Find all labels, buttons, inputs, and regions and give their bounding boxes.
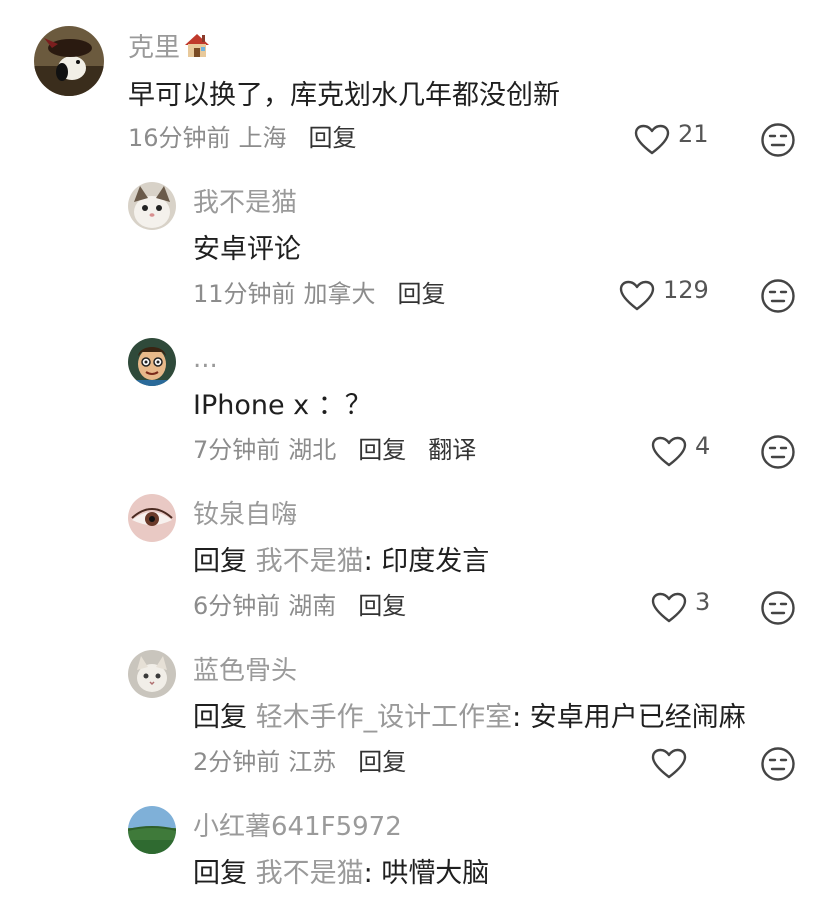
dislike-button[interactable] (760, 590, 796, 626)
reply-prefix: 回复 (193, 702, 247, 733)
reply-target-name[interactable]: 轻木手作_设计工作室 (256, 702, 513, 733)
reply-target-name[interactable]: 我不是猫 (256, 546, 364, 577)
reply-button[interactable]: 回复 (358, 436, 406, 464)
cartoon-avatar-image (128, 338, 176, 386)
kitten-avatar-image (128, 650, 176, 698)
translate-button[interactable]: 翻译 (428, 436, 476, 464)
dislike-button[interactable] (760, 122, 796, 158)
reply-button[interactable]: 回复 (398, 280, 446, 308)
heart-outline-icon (619, 280, 655, 311)
avatar[interactable] (128, 338, 176, 386)
location: 江苏 (288, 748, 337, 776)
landscape-avatar-image (128, 806, 176, 854)
location: 上海 (238, 124, 287, 152)
username-text: 克里 (128, 33, 181, 63)
location: 湖南 (288, 592, 337, 620)
like-button[interactable]: 4 (651, 432, 710, 472)
comment-meta: 16分钟前 上海 回复 (128, 122, 357, 154)
eye-avatar-image (128, 494, 176, 542)
like-count: 4 (695, 432, 711, 460)
like-button[interactable]: 21 (634, 120, 709, 160)
comment-meta: 11分钟前 加拿大 回复 (193, 278, 446, 310)
timestamp: 16分钟前 (128, 124, 231, 152)
reply-prefix: 回复 (193, 858, 247, 889)
heart-outline-icon (634, 124, 670, 155)
username[interactable]: 克里 (128, 30, 212, 65)
house-emoji-icon (182, 30, 212, 60)
snoopy-avatar-image (34, 26, 104, 96)
heart-outline-icon (651, 748, 687, 779)
location: 湖北 (288, 436, 337, 464)
like-button[interactable]: 3 (651, 588, 710, 628)
timestamp: 11分钟前 (193, 280, 296, 308)
comment-meta: 2分钟前 江苏 回复 (193, 746, 406, 778)
comment-text: IPhone x ：？ (193, 390, 372, 421)
comment-text: 回复 我不是猫: 印度发言 (193, 544, 489, 580)
like-button[interactable] (651, 744, 695, 784)
timestamp: 2分钟前 (193, 748, 281, 776)
heart-outline-icon (651, 592, 687, 623)
avatar[interactable] (128, 494, 176, 542)
comment-meta: 7分钟前 湖北 回复 翻译 (193, 434, 476, 466)
username[interactable]: 小红薯641F5972 (193, 810, 402, 844)
neutral-face-icon (761, 123, 795, 157)
username[interactable]: 钕泉自嗨 (193, 498, 297, 532)
dislike-button[interactable] (760, 434, 796, 470)
neutral-face-icon (761, 747, 795, 781)
dislike-button[interactable] (760, 278, 796, 314)
location: 加拿大 (303, 280, 376, 308)
reply-button[interactable]: 回复 (358, 592, 406, 620)
reply-button[interactable]: 回复 (358, 748, 406, 776)
like-count: 3 (695, 588, 711, 616)
avatar[interactable] (34, 26, 104, 96)
username[interactable]: 我不是猫 (193, 186, 297, 220)
avatar[interactable] (128, 182, 176, 230)
comment-text: 早可以换了，库克划水几年都没创新 (128, 80, 560, 111)
avatar[interactable] (128, 650, 176, 698)
neutral-face-icon (761, 591, 795, 625)
reply-target-name[interactable]: 我不是猫 (256, 858, 364, 889)
cat-avatar-image (128, 182, 176, 230)
reply-text: : 印度发言 (363, 546, 490, 577)
reply-button[interactable]: 回复 (309, 124, 357, 152)
like-count: 21 (678, 120, 709, 148)
username[interactable]: 蓝色骨头 (193, 654, 297, 688)
username[interactable]: ... (193, 342, 218, 376)
neutral-face-icon (761, 435, 795, 469)
avatar[interactable] (128, 806, 176, 854)
comment-meta: 6分钟前 湖南 回复 (193, 590, 406, 622)
reply-text: : 安卓用户已经闹麻 (512, 702, 746, 733)
like-count: 129 (663, 276, 709, 304)
timestamp: 6分钟前 (193, 592, 281, 620)
comment-text: 回复 轻木手作_设计工作室: 安卓用户已经闹麻 (193, 700, 746, 736)
comment-text: 安卓评论 (193, 234, 301, 265)
timestamp: 7分钟前 (193, 436, 281, 464)
like-button[interactable]: 129 (619, 276, 709, 316)
heart-outline-icon (651, 436, 687, 467)
reply-prefix: 回复 (193, 546, 247, 577)
dislike-button[interactable] (760, 746, 796, 782)
reply-text: : 哄懵大脑 (363, 858, 490, 889)
neutral-face-icon (761, 279, 795, 313)
comment-text: 回复 我不是猫: 哄懵大脑 (193, 856, 489, 892)
